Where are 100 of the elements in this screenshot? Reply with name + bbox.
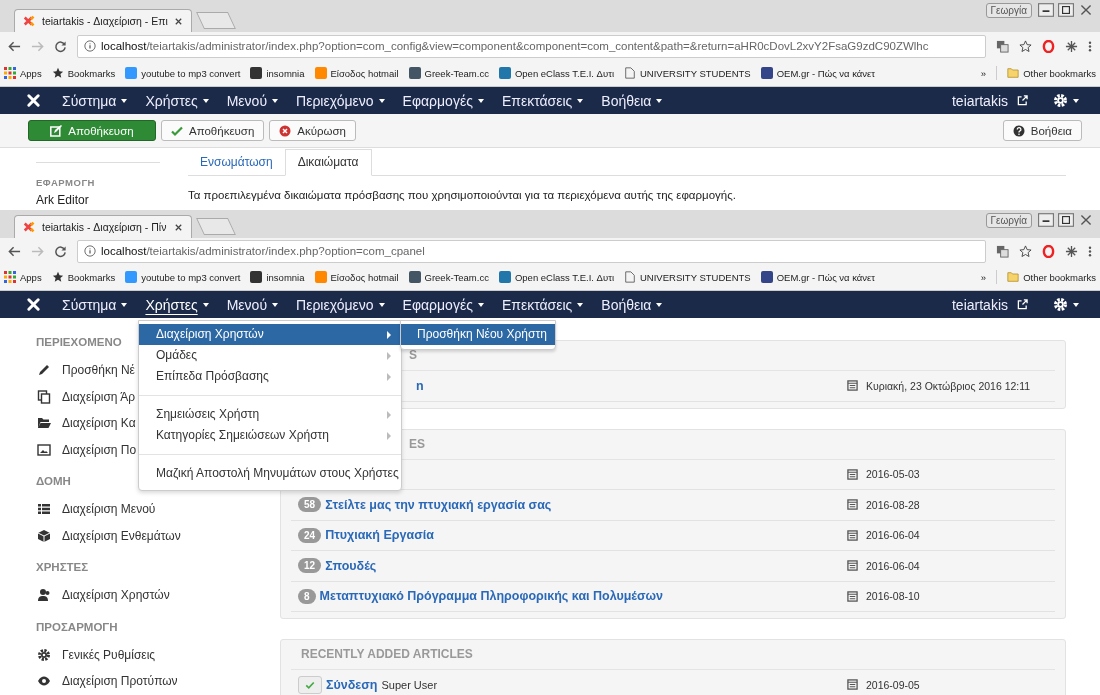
article-link[interactable]: Σύνδεση (326, 677, 378, 692)
tab[interactable]: Δικαιώματα (284, 149, 372, 176)
bookmark-link[interactable]: Apps (4, 67, 42, 79)
address-field[interactable]: localhost/teiartakis/administrator/index.php?option=com_cpanel (77, 239, 986, 263)
sidebar-link[interactable]: Διαχείριση Πο (62, 442, 137, 457)
bookmark-link[interactable]: Apps (4, 271, 42, 283)
caret-icon (202, 302, 209, 307)
bookmark-link[interactable]: UNIVERSITY STUDENTS (624, 271, 751, 283)
article-link[interactable]: Στείλτε μας την πτυχιακή εργασία σας (325, 497, 552, 512)
sidebar-link[interactable]: Διαχείριση Άρ (62, 389, 135, 404)
browser-tab[interactable]: teiartakis - Διαχείριση - Επι (14, 9, 192, 32)
bookmark-link[interactable]: UNIVERSITY STUDENTS (624, 67, 751, 79)
other-bookmarks-link[interactable]: Other bookmarks (1007, 67, 1096, 79)
nav-menu-item[interactable]: Εφαρμογές (393, 291, 493, 318)
nav-menu-item[interactable]: Χρήστες (136, 291, 218, 318)
article-link[interactable]: Σπουδές (325, 558, 377, 573)
nav-menu-item[interactable]: Σύστημα (53, 291, 137, 318)
check-icon (305, 679, 315, 690)
menu-icon[interactable] (1088, 244, 1092, 258)
more-bookmarks-button[interactable]: » (980, 271, 987, 283)
profile-button[interactable]: Γεωργία (985, 213, 1032, 228)
nav-menu-item[interactable]: Εφαρμογές (393, 87, 493, 114)
star-icon[interactable] (1019, 39, 1032, 53)
nav-menu-item[interactable]: Μενού (217, 87, 288, 114)
bookmark-link[interactable]: OEM.gr - Πώς να κάνετ (760, 271, 876, 283)
bookmark-link[interactable]: OEM.gr - Πώς να κάνετ (760, 67, 876, 79)
bookmark-link[interactable]: youtube to mp3 convert (125, 67, 241, 79)
close-icon[interactable] (174, 222, 183, 232)
bookmark-link[interactable]: Bookmarks (51, 67, 116, 79)
favicon-icon (314, 67, 327, 79)
nav-menu-item[interactable]: Βοήθεια (592, 291, 672, 318)
article-link[interactable]: n (416, 378, 424, 393)
sidebar-link[interactable]: Ark Editor (36, 193, 160, 207)
tab[interactable]: Ενσωμάτωση (188, 150, 285, 175)
bookmark-link[interactable]: Greek-Team.cc (408, 271, 489, 283)
nav-menu-item[interactable]: Περιεχόμενο (287, 291, 394, 318)
toolbar-button[interactable]: Αποθήκευση (28, 120, 156, 141)
other-bookmarks-link[interactable]: Other bookmarks (1007, 271, 1096, 283)
browser-tab[interactable]: teiartakis - Διαχείριση - Πίν (14, 215, 192, 238)
pencil-icon (37, 363, 51, 378)
sidebar-link[interactable]: Διαχείριση Κα (62, 416, 136, 431)
article-link[interactable]: Μεταπτυχιακό Πρόγραμμα Πληροφορικής και Πολυμέσων (319, 589, 664, 604)
minimize-icon[interactable] (1038, 3, 1054, 17)
calendar-icon (847, 529, 858, 541)
address-field[interactable]: localhost/teiartakis/administrator/index.php?option=com_config&view=component&component=com_content&path=&return=aHR0cDovL2xvY2FsaG9zdC90ZWlhc (77, 34, 986, 58)
toolbar-button[interactable]: Ακύρωση (269, 120, 357, 141)
nav-menu-item[interactable]: Χρήστες (136, 87, 218, 114)
sidebar-link[interactable]: Διαχείριση Μενού (62, 502, 156, 517)
close-icon[interactable] (1078, 3, 1094, 17)
menu-item[interactable]: Διαχείριση Χρηστών (139, 324, 401, 345)
nav-menu-item[interactable]: Μενού (217, 291, 288, 318)
reload-icon[interactable] (54, 39, 67, 53)
nav-menu-item[interactable]: Επεκτάσεις (492, 87, 593, 114)
toolbar-button[interactable]: Αποθήκευση (161, 120, 265, 141)
nav-menu-item[interactable]: Σύστημα (53, 87, 137, 114)
user-link[interactable]: teiartakis (942, 87, 1017, 114)
bookmark-link[interactable]: Είσοδος hotmail (314, 271, 399, 283)
profile-button[interactable]: Γεωργία (985, 3, 1032, 18)
bookmark-link[interactable]: insomnia (250, 67, 305, 79)
maximize-icon[interactable] (1058, 213, 1074, 227)
caret-icon (477, 302, 484, 307)
close-icon[interactable] (1078, 213, 1094, 227)
nav-menu-item[interactable]: Επεκτάσεις (492, 291, 593, 318)
user-link[interactable]: teiartakis (942, 291, 1017, 318)
description-text: Τα προεπιλεγμένα δικαιώματα πρόσβασης που χρησιμοποιούνται για τα περιεχόμενα αυτής της εφαρμογής. (188, 189, 737, 201)
sidebar-link[interactable]: Διαχείριση Χρηστών (62, 588, 170, 603)
bookmark-link[interactable]: Bookmarks (51, 271, 116, 283)
menu-item[interactable]: Μαζική Αποστολή Μηνυμάτων στους Χρήστες (139, 463, 401, 484)
bookmark-link[interactable]: Open eClass T.E.I. Δυτι (498, 271, 614, 283)
sidebar-link[interactable]: Προσθήκη Νέ (62, 363, 135, 378)
sidebar-heading: ΠΕΡΙΕΧΟΜΕΝΟ (36, 336, 123, 348)
sidebar-link[interactable]: Διαχείριση Ενθεμάτων (62, 528, 181, 543)
sidebar-link[interactable]: Γενικές Ρυθμίσεις (62, 647, 156, 662)
back-arrow-icon[interactable] (8, 39, 21, 53)
menu-item[interactable]: Σημειώσεις Χρήστη (139, 404, 401, 425)
cancel-icon (279, 124, 292, 137)
users-icon (37, 588, 51, 603)
bookmark-link[interactable]: youtube to mp3 convert (125, 271, 241, 283)
more-bookmarks-button[interactable]: » (980, 67, 987, 79)
bookmark-link[interactable]: Greek-Team.cc (408, 67, 489, 79)
reload-icon[interactable] (54, 244, 67, 258)
caret-icon (378, 302, 385, 307)
sidebar-heading: ΕΦΑΡΜΟΓΗ (36, 177, 96, 188)
back-arrow-icon[interactable] (8, 244, 21, 258)
menu-item[interactable]: Προσθήκη Νέου Χρήστη (401, 324, 555, 345)
favicon-icon (314, 271, 327, 283)
bookmark-link[interactable]: insomnia (250, 271, 305, 283)
publish-toggle[interactable] (298, 675, 322, 694)
nav-menu-item[interactable]: Βοήθεια (592, 87, 672, 114)
maximize-icon[interactable] (1058, 3, 1074, 17)
bookmark-link[interactable]: Είσοδος hotmail (314, 67, 399, 79)
nav-menu-item[interactable]: Περιεχόμενο (287, 87, 394, 114)
close-icon[interactable] (174, 16, 183, 26)
bookmark-link[interactable]: Open eClass T.E.I. Δυτι (498, 67, 614, 79)
sidebar-link[interactable]: Διαχείριση Προτύπων (62, 674, 178, 689)
minimize-icon[interactable] (1038, 213, 1054, 227)
help-button[interactable]: Βοήθεια (1002, 120, 1082, 141)
star-icon[interactable] (1019, 244, 1032, 258)
article-link[interactable]: Πτυχιακή Εργασία (325, 528, 434, 543)
menu-icon[interactable] (1088, 39, 1092, 53)
